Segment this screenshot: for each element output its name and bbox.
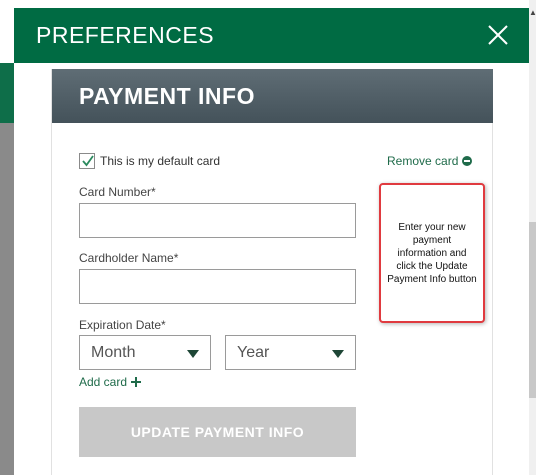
month-select-value: Month bbox=[91, 344, 136, 361]
year-select[interactable]: Year bbox=[225, 335, 356, 370]
chevron-down-icon bbox=[187, 350, 199, 358]
year-select-value: Year bbox=[237, 344, 270, 361]
scrollbar-thumb[interactable] bbox=[529, 222, 536, 398]
chevron-down-icon bbox=[332, 350, 344, 358]
default-card-checkbox[interactable] bbox=[79, 153, 95, 169]
scroll-up-arrow-icon[interactable]: ▲ bbox=[529, 8, 536, 18]
callout-text: Enter your new payment information and c… bbox=[387, 221, 477, 285]
payment-info-header: PAYMENT INFO bbox=[52, 69, 493, 123]
card-number-input[interactable] bbox=[79, 203, 356, 238]
background-header-strip bbox=[0, 63, 14, 123]
minus-circle-icon bbox=[462, 155, 473, 166]
close-icon[interactable] bbox=[486, 23, 510, 47]
plus-icon bbox=[131, 376, 142, 387]
add-card-label: Add card bbox=[79, 375, 128, 389]
modal-title: PREFERENCES bbox=[36, 22, 215, 48]
payment-info-title: PAYMENT INFO bbox=[79, 83, 255, 109]
background-overlay-strip bbox=[0, 123, 14, 475]
update-payment-info-button[interactable]: UPDATE PAYMENT INFO bbox=[79, 407, 356, 457]
cardholder-name-label: Cardholder Name* bbox=[79, 251, 179, 265]
cardholder-name-input[interactable] bbox=[79, 269, 356, 304]
card-number-label: Card Number* bbox=[79, 185, 156, 199]
remove-card-label: Remove card bbox=[387, 154, 459, 168]
instruction-callout: Enter your new payment information and c… bbox=[379, 183, 485, 323]
default-card-label: This is my default card bbox=[100, 154, 221, 168]
modal-header: PREFERENCES bbox=[14, 8, 529, 63]
expiration-date-label: Expiration Date* bbox=[79, 318, 166, 332]
add-card-link[interactable]: Add card bbox=[79, 375, 142, 389]
month-select[interactable]: Month bbox=[79, 335, 211, 370]
remove-card-link[interactable]: Remove card bbox=[387, 154, 473, 168]
